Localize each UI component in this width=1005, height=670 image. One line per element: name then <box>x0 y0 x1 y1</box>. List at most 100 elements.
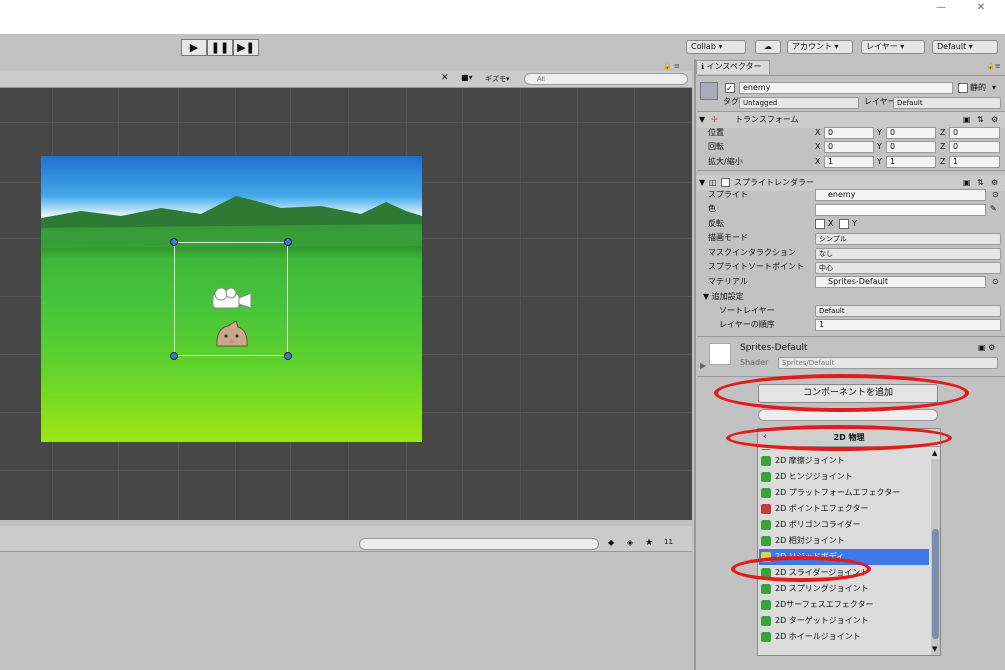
axis-z-label: Z <box>940 142 946 151</box>
gameobject-icon <box>700 82 718 100</box>
transform-header[interactable]: ▼ ✢ トランスフォーム ▣ ⇅ ⚙ <box>697 112 1005 128</box>
component-item[interactable]: 2D スプリングジョイント <box>759 581 929 597</box>
component-item[interactable]: 2D ポイントエフェクター <box>759 501 929 517</box>
settings-gear-icon[interactable]: ⚙ <box>991 112 998 127</box>
handle-bottom-left[interactable] <box>170 352 178 360</box>
transform-z-input[interactable]: 0 <box>949 127 1000 139</box>
handle-bottom-right[interactable] <box>284 352 292 360</box>
object-picker-icon[interactable]: ⊙ <box>992 189 999 201</box>
material-foldout-icon[interactable]: ▶ <box>700 360 706 372</box>
material-field[interactable]: Sprites-Default <box>815 276 986 288</box>
component-item[interactable]: 2D プラットフォームエフェクター <box>759 485 929 501</box>
help-icon[interactable]: ▣ ⚙ <box>978 342 995 354</box>
order-input[interactable]: 1 <box>815 319 1001 331</box>
transform-z-input[interactable]: 0 <box>949 141 1000 153</box>
scroll-down-icon[interactable]: ▼ <box>932 645 937 653</box>
scroll-up-icon[interactable]: ▲ <box>932 449 937 457</box>
component-item[interactable]: 2D ヒンジジョイント <box>759 469 929 485</box>
sort-point-dropdown[interactable]: 中心 <box>815 262 1001 274</box>
layout-dropdown[interactable]: Default ▾ <box>932 40 998 54</box>
flip-label: 反転 <box>708 219 724 228</box>
component-item[interactable]: 2D ポリゴンコライダー <box>759 517 929 533</box>
component-item[interactable]: 2D ターゲットジョイント <box>759 613 929 629</box>
settings-gear-icon[interactable]: ⚙ <box>991 175 998 190</box>
color-swatch[interactable] <box>815 204 986 216</box>
static-checkbox[interactable] <box>958 83 968 93</box>
additional-settings-foldout[interactable]: ▼ 追加設定 <box>703 291 744 303</box>
preset-icon[interactable]: ⇅ <box>977 175 984 190</box>
active-checkbox[interactable]: ✓ <box>725 83 735 93</box>
tag-dropdown[interactable]: Untagged <box>739 97 859 109</box>
hidden-count[interactable]: 11 <box>664 538 690 550</box>
scene-search-input[interactable] <box>524 73 688 85</box>
sprite-field[interactable]: enemy <box>815 189 986 201</box>
component-item[interactable]: 2D ホイールジョイント <box>759 629 929 645</box>
sort-point-label: スプライトソートポイント <box>708 262 804 271</box>
component-item[interactable]: 2Dサーフェスエフェクター <box>759 597 929 613</box>
handle-top-left[interactable] <box>170 238 178 246</box>
material-name: Sprites-Default <box>740 343 808 353</box>
favorite-icon[interactable]: ★ <box>645 538 659 550</box>
axis-y-label: Y <box>877 157 882 166</box>
popup-list: 2D 固定ジョイント2D 摩擦ジョイント2D ヒンジジョイント2D プラットフォ… <box>758 449 930 656</box>
order-label: レイヤーの順序 <box>719 320 775 329</box>
preset-icon[interactable]: ⇅ <box>977 112 984 127</box>
transform-y-input[interactable]: 1 <box>886 156 936 168</box>
filter-type-icon[interactable]: ◆ <box>608 538 622 550</box>
restore-icon[interactable] <box>940 2 958 16</box>
object-name-input[interactable]: enemy <box>739 82 953 94</box>
draw-mode-dropdown[interactable]: シンプル <box>815 233 1001 245</box>
flip-y-checkbox[interactable] <box>839 219 849 229</box>
layers-dropdown[interactable]: レイヤー ▾ <box>861 40 925 54</box>
transform-z-input[interactable]: 1 <box>949 156 1000 168</box>
layers-label: レイヤー <box>866 42 898 51</box>
eyedropper-icon[interactable]: ✎ <box>990 203 997 215</box>
axis-x-label: X <box>815 157 821 166</box>
component-icon <box>761 584 771 594</box>
filter-label-icon[interactable]: ◈ <box>627 538 641 550</box>
component-item[interactable]: 2D 摩擦ジョイント <box>759 453 929 469</box>
play-button[interactable]: ▶ <box>181 39 207 56</box>
transform-y-input[interactable]: 0 <box>886 127 936 139</box>
scrollbar-thumb[interactable] <box>932 529 939 639</box>
transform-x-input[interactable]: 0 <box>824 127 874 139</box>
collab-dropdown[interactable]: Collab ▾ <box>686 40 746 54</box>
pause-button[interactable]: ❚❚ <box>207 39 233 56</box>
scene-menu-icon[interactable]: 🔒 ≡ <box>663 62 691 70</box>
project-search-input[interactable] <box>359 538 599 550</box>
popup-scrollbar[interactable] <box>931 459 940 655</box>
sorting-layer-dropdown[interactable]: Default <box>815 305 1001 317</box>
account-label: アカウント <box>792 42 832 51</box>
component-item-label: 2D ターゲットジョイント <box>775 616 869 625</box>
inspector-lock-icon[interactable]: 🔒≡ <box>986 62 1004 70</box>
mask-dropdown[interactable]: なし <box>815 248 1001 260</box>
tab-inspector[interactable]: ℹ インスペクター <box>696 60 770 74</box>
object-picker-icon[interactable]: ⊙ <box>992 276 999 288</box>
handle-top-right[interactable] <box>284 238 292 246</box>
component-item-label: 2D ホイールジョイント <box>775 632 861 641</box>
gizmos-dropdown[interactable]: ギズモ▾ <box>485 73 519 85</box>
step-button[interactable]: ▶❚ <box>233 39 259 56</box>
layer-dropdown[interactable]: Default <box>893 97 1001 109</box>
component-item[interactable]: 2D 相対ジョイント <box>759 533 929 549</box>
cloud-button[interactable]: ☁ <box>755 40 781 54</box>
transform-x-input[interactable]: 0 <box>824 141 874 153</box>
camera-icon[interactable]: ■▾ <box>461 73 481 85</box>
component-item-label: 2Dサーフェスエフェクター <box>775 600 874 609</box>
sprite-renderer-checkbox[interactable] <box>721 178 730 187</box>
transform-x-input[interactable]: 1 <box>824 156 874 168</box>
annotation-oval-add-component <box>714 374 969 412</box>
transform-row-label: 回転 <box>708 142 724 151</box>
project-toolbar: ◆ ◈ ★ 11 <box>0 526 692 552</box>
shader-dropdown[interactable]: Sprites/Default <box>778 357 998 369</box>
help-icon[interactable]: ▣ <box>963 175 971 190</box>
transform-y-input[interactable]: 0 <box>886 141 936 153</box>
account-dropdown[interactable]: アカウント ▾ <box>787 40 853 54</box>
additional-settings-label: 追加設定 <box>711 292 744 301</box>
flip-x-checkbox[interactable] <box>815 219 825 229</box>
close-icon[interactable]: ✕ <box>972 2 990 16</box>
component-icon <box>761 616 771 626</box>
static-dropdown-icon[interactable]: ▾ <box>992 82 996 94</box>
help-icon[interactable]: ▣ <box>963 112 971 127</box>
tools-icon[interactable]: ✕ <box>441 73 453 85</box>
